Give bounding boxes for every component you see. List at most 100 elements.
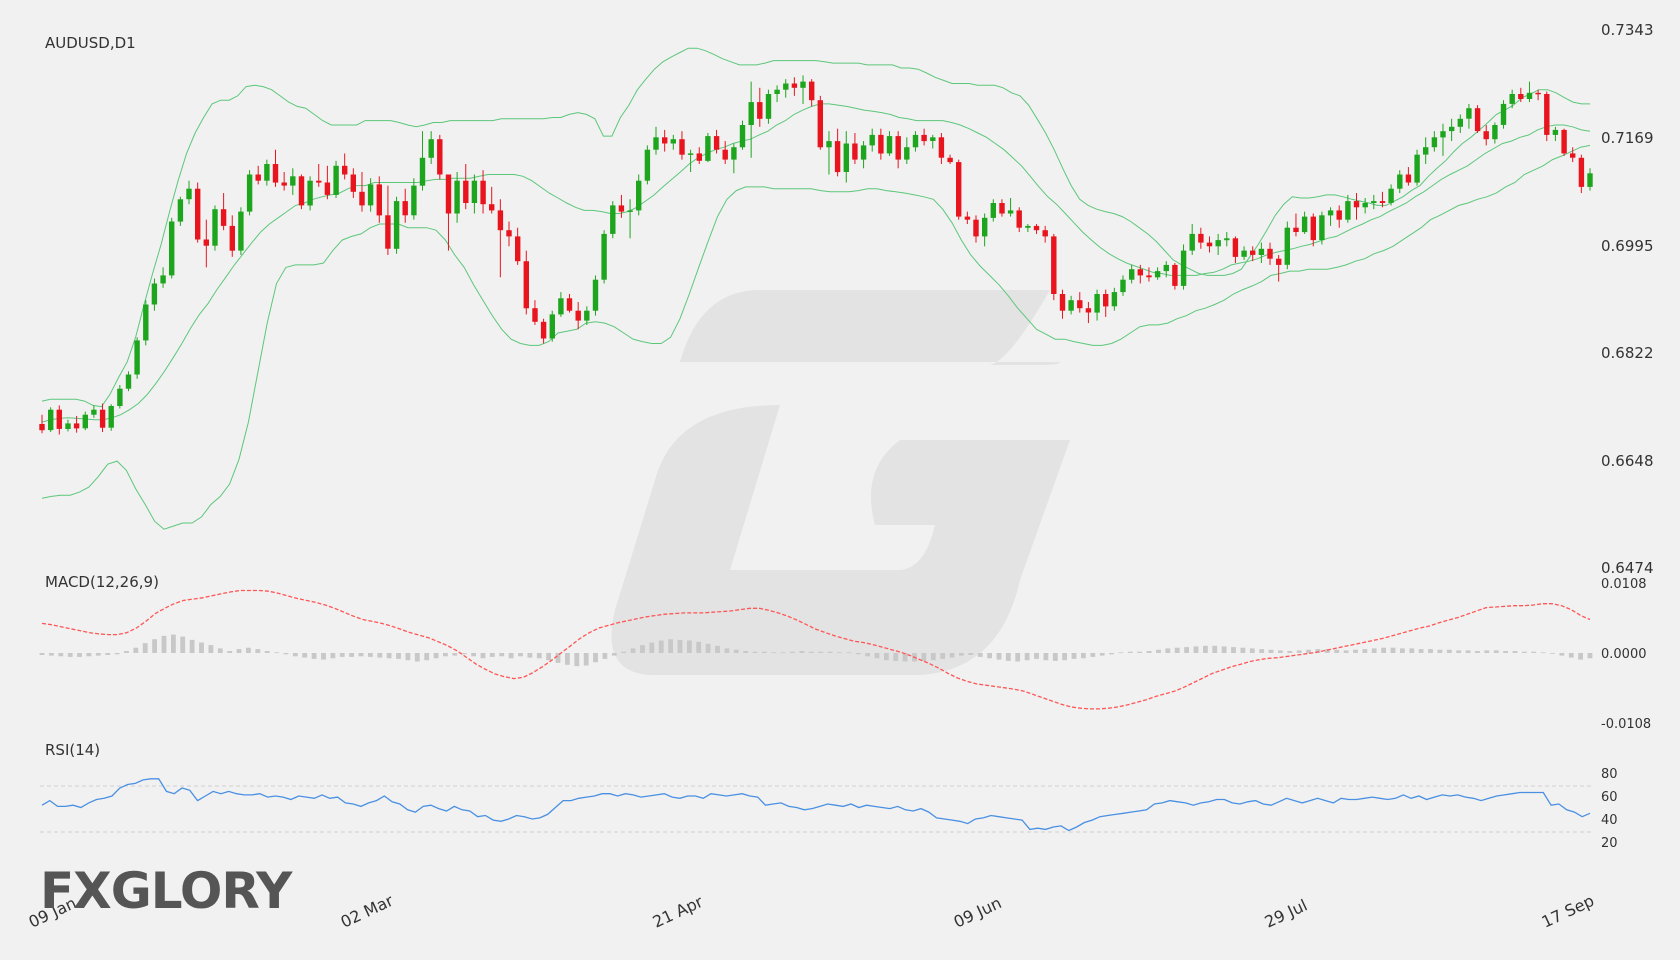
candle-up: [246, 174, 253, 212]
price-tick: 0.6648: [1601, 452, 1654, 470]
candle-up: [82, 414, 88, 429]
macd-histogram-bar: [546, 653, 551, 661]
price-panel-title: AUDUSD,D1: [45, 34, 136, 52]
candle-up: [471, 180, 478, 203]
macd-histogram-bar: [630, 648, 636, 653]
candle-up: [1509, 94, 1515, 104]
macd-histogram-bar: [1287, 651, 1293, 653]
macd-histogram-bar: [677, 639, 683, 653]
macd-histogram-bar: [987, 653, 992, 659]
candle-up: [1215, 240, 1221, 247]
candle-up: [1301, 216, 1308, 233]
macd-histogram-bar: [1371, 648, 1377, 653]
macd-histogram-bar: [152, 639, 157, 653]
rsi-tick: 20: [1601, 836, 1618, 851]
candle-up: [134, 340, 140, 375]
macd-histogram-bar: [180, 636, 186, 653]
macd-histogram-bar: [1081, 653, 1086, 659]
macd-histogram-bar: [855, 653, 861, 655]
macd-histogram-bar: [368, 653, 373, 657]
candle-down: [195, 188, 201, 240]
macd-histogram-bar: [518, 653, 523, 657]
macd-histogram-bar: [424, 653, 430, 661]
candle-up: [1526, 92, 1533, 99]
macd-histogram-bar: [67, 653, 73, 657]
candle-up: [1587, 173, 1593, 187]
candle-up: [748, 102, 754, 125]
macd-histogram-bar: [452, 653, 458, 656]
candle-up: [826, 141, 832, 148]
candle-down: [1051, 236, 1057, 294]
macd-histogram-bar: [593, 653, 598, 663]
macd-histogram-bar: [1221, 646, 1227, 653]
candle-down: [1172, 264, 1178, 286]
macd-histogram-bar: [1005, 653, 1011, 661]
candle-down: [1250, 250, 1256, 255]
macd-histogram-bar: [461, 653, 467, 655]
candle-down: [938, 137, 945, 158]
candle-up: [1388, 188, 1394, 203]
macd-histogram-bar: [762, 651, 767, 653]
macd-histogram-bar: [640, 645, 645, 653]
candle-down: [1405, 174, 1412, 183]
macd-histogram-bar: [715, 645, 720, 653]
candle-down: [359, 191, 365, 206]
macd-histogram-bar: [236, 649, 242, 653]
candle-down: [56, 409, 62, 429]
macd-histogram-bar: [940, 653, 946, 659]
macd-histogram-bar: [1428, 649, 1433, 653]
candle-down: [1483, 131, 1489, 140]
macd-histogram-bar: [217, 648, 223, 653]
candle-up: [1025, 225, 1031, 228]
rsi-tick: 40: [1601, 813, 1618, 828]
candle-up: [1284, 227, 1290, 265]
macd-histogram-bar: [1512, 651, 1518, 653]
macd-histogram-bar: [959, 653, 964, 656]
candle-up: [238, 211, 244, 251]
candle-down: [523, 261, 529, 309]
candle-up: [670, 139, 676, 144]
date-tick: 17 Sep: [1539, 891, 1597, 932]
candle-up: [1431, 137, 1438, 148]
candle-up: [143, 304, 149, 341]
macd-histogram-bar: [874, 653, 880, 659]
macd-histogram-bar: [733, 649, 739, 653]
macd-histogram-bar: [142, 643, 148, 653]
candle-down: [618, 205, 625, 212]
candle-down: [809, 81, 815, 101]
macd-histogram-bar: [1193, 646, 1199, 653]
candle-down: [281, 182, 287, 186]
candle-down: [679, 139, 685, 155]
macd-histogram-bar: [1249, 648, 1255, 653]
macd-histogram-bar: [414, 653, 420, 662]
macd-histogram-bar: [95, 653, 101, 656]
macd-histogram-bar: [471, 653, 476, 657]
candle-down: [956, 162, 962, 217]
candle-up: [1163, 264, 1169, 272]
macd-histogram-bar: [1446, 649, 1452, 653]
candle-down: [1085, 308, 1092, 313]
macd-histogram-bar: [1587, 653, 1593, 659]
candle-down: [540, 321, 547, 339]
macd-histogram-bar: [968, 653, 974, 655]
candle-down: [480, 180, 486, 205]
candle-down: [532, 308, 538, 322]
macd-histogram-bar: [649, 642, 655, 653]
macd-histogram-bar: [930, 653, 936, 661]
candle-up: [1449, 126, 1455, 132]
candle-up: [1457, 118, 1463, 127]
candle-up: [731, 147, 737, 160]
macd-histogram-bar: [1156, 649, 1161, 653]
candle-up: [1154, 271, 1161, 278]
macd-histogram-bar: [274, 652, 279, 654]
macd-histogram-bar: [105, 653, 111, 655]
watermark-g-logo: [611, 290, 1070, 675]
candle-up: [117, 388, 123, 406]
macd-histogram-bar: [199, 642, 204, 653]
macd-histogram-bar: [124, 651, 129, 653]
candle-up: [1414, 154, 1420, 183]
candle-down: [463, 180, 469, 203]
candle-down: [515, 236, 521, 262]
candle-down: [324, 182, 331, 195]
candle-up: [930, 137, 936, 141]
